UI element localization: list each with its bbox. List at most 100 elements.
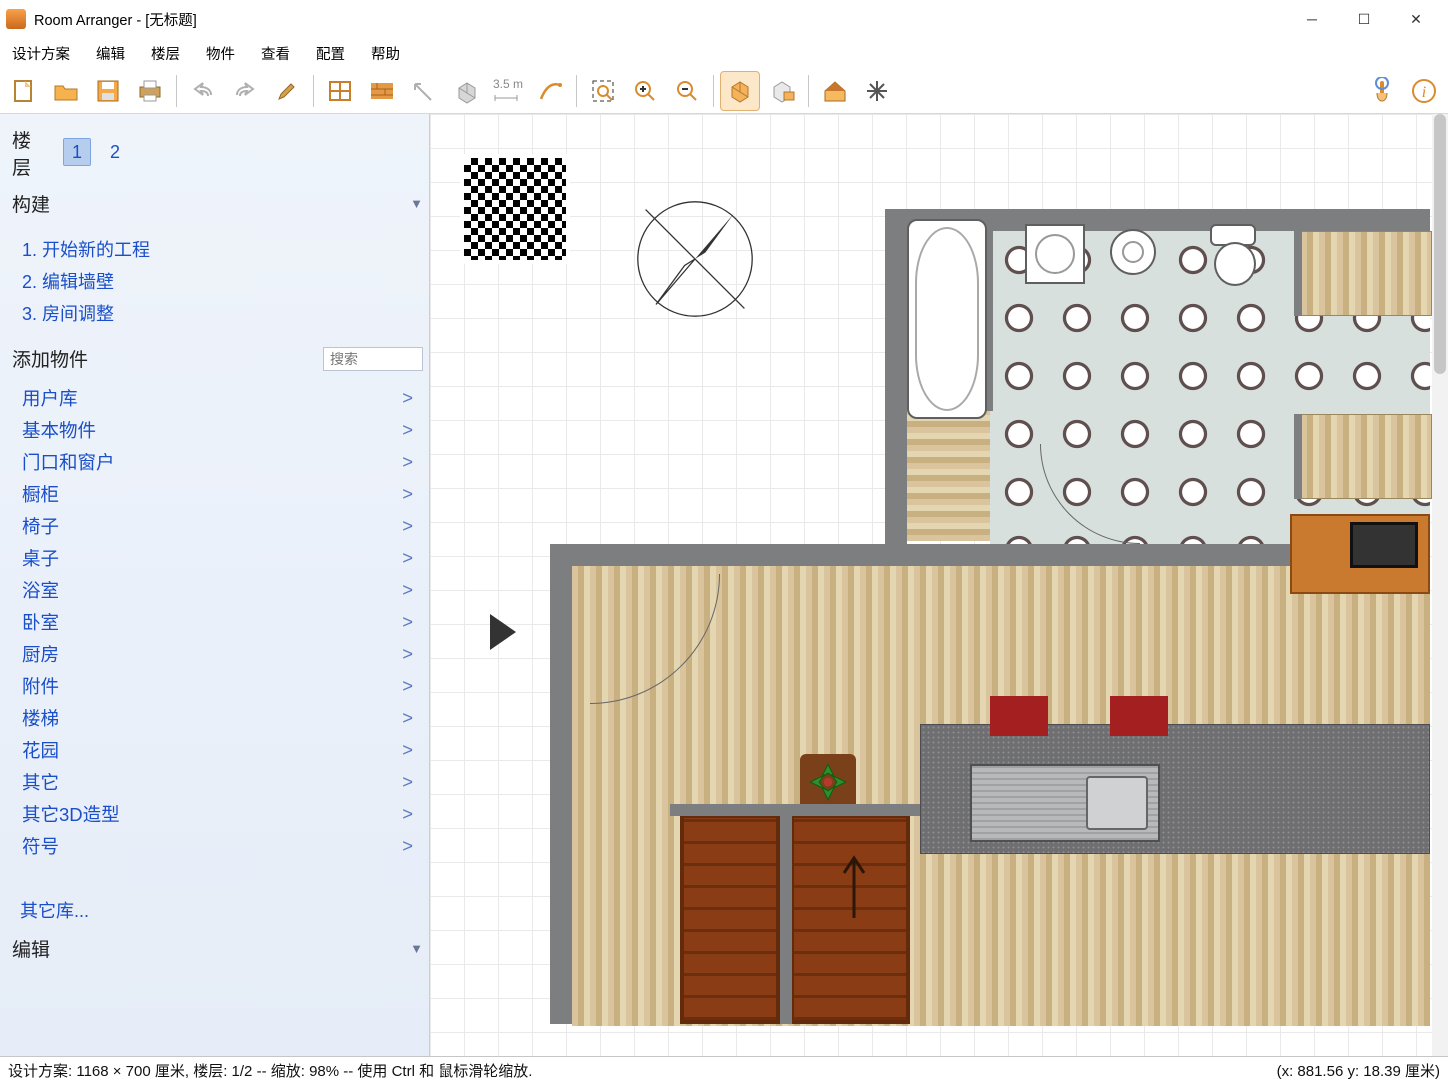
status-coords: (x: 881.56 y: 18.39 厘米) — [1277, 1060, 1440, 1081]
wall — [670, 804, 920, 816]
wall-icon[interactable] — [362, 71, 402, 111]
toilet — [1210, 224, 1260, 294]
bathtub — [907, 219, 987, 419]
house-icon[interactable] — [815, 71, 855, 111]
monitor — [1350, 522, 1418, 568]
category-list: 用户库> 基本物件> 门口和窗户> 橱柜> 椅子> 桌子> 浴室> 卧室> 厨房… — [12, 376, 423, 868]
toolbar: 3.5 m i — [0, 68, 1448, 114]
new-icon[interactable] — [4, 71, 44, 111]
build-item-rooms[interactable]: 3. 房间调整 — [22, 297, 413, 329]
floor-1[interactable]: 1 — [63, 138, 91, 166]
zoom-in-icon[interactable] — [625, 71, 665, 111]
stairs — [790, 814, 910, 1024]
scrollbar-vertical[interactable] — [1432, 114, 1448, 1056]
cat-acc[interactable]: 附件> — [22, 670, 413, 702]
cat-table[interactable]: 桌子> — [22, 542, 413, 574]
wall — [885, 544, 907, 566]
cat-other3d[interactable]: 其它3D造型> — [22, 798, 413, 830]
spark-icon[interactable] — [857, 71, 897, 111]
menubar: 设计方案 编辑 楼层 物件 查看 配置 帮助 — [0, 38, 1448, 68]
view3d-icon[interactable] — [762, 71, 802, 111]
cat-kitchen[interactable]: 厨房> — [22, 638, 413, 670]
washbasin-square — [1025, 224, 1085, 284]
menu-view[interactable]: 查看 — [257, 40, 294, 67]
print-icon[interactable] — [130, 71, 170, 111]
cat-other[interactable]: 其它> — [22, 766, 413, 798]
menu-edit[interactable]: 编辑 — [92, 40, 129, 67]
stairs — [680, 814, 780, 1024]
scrollbar-thumb[interactable] — [1434, 114, 1446, 374]
stool — [990, 696, 1048, 736]
canvas[interactable] — [430, 114, 1448, 1056]
undo-icon[interactable] — [183, 71, 223, 111]
statusbar: 设计方案: 1168 × 700 厘米, 楼层: 1/2 -- 缩放: 98% … — [0, 1056, 1448, 1084]
open-icon[interactable] — [46, 71, 86, 111]
cat-symbol[interactable]: 符号> — [22, 830, 413, 862]
menu-floor[interactable]: 楼层 — [147, 40, 184, 67]
titlebar: Room Arranger - [无标题] ─ ☐ ✕ — [0, 0, 1448, 38]
qr-code — [460, 154, 570, 264]
brush-icon[interactable] — [267, 71, 307, 111]
info-icon[interactable]: i — [1404, 71, 1444, 111]
floorplan — [430, 114, 1448, 1056]
cat-user[interactable]: 用户库> — [22, 382, 413, 414]
window-title: Room Arranger - [无标题] — [34, 9, 1286, 30]
wall — [1294, 414, 1302, 499]
cat-chair[interactable]: 椅子> — [22, 510, 413, 542]
wall-angle-icon[interactable] — [404, 71, 444, 111]
room-icon[interactable] — [320, 71, 360, 111]
wall — [885, 209, 907, 549]
close-button[interactable]: ✕ — [1390, 3, 1442, 35]
cat-bath[interactable]: 浴室> — [22, 574, 413, 606]
zoom-out-icon[interactable] — [667, 71, 707, 111]
status-left: 设计方案: 1168 × 700 厘米, 楼层: 1/2 -- 缩放: 98% … — [8, 1060, 532, 1081]
compass-icon — [630, 194, 760, 324]
washbasin-round — [1110, 229, 1156, 275]
kitchen-sink — [970, 764, 1160, 842]
wall — [1294, 231, 1302, 316]
cat-doors[interactable]: 门口和窗户> — [22, 446, 413, 478]
floor-2[interactable]: 2 — [101, 138, 129, 166]
stool — [1110, 696, 1168, 736]
line-icon[interactable] — [530, 71, 570, 111]
search-input[interactable] — [323, 347, 423, 371]
zoom-fit-icon[interactable] — [583, 71, 623, 111]
closet — [1300, 231, 1432, 316]
sidebar: 楼层 1 2 构建 ▼ 1. 开始新的工程 2. 编辑墙壁 3. 房间调整 添加… — [0, 114, 430, 1056]
cat-stairs[interactable]: 楼梯> — [22, 702, 413, 734]
redo-icon[interactable] — [225, 71, 265, 111]
build-section[interactable]: 构建 ▼ — [12, 190, 423, 217]
box3d-icon[interactable] — [446, 71, 486, 111]
wall — [550, 544, 572, 1024]
build-item-walls[interactable]: 2. 编辑墙壁 — [22, 265, 413, 297]
cat-garden[interactable]: 花园> — [22, 734, 413, 766]
menu-design[interactable]: 设计方案 — [8, 40, 74, 67]
build-list: 1. 开始新的工程 2. 编辑墙壁 3. 房间调整 — [12, 225, 423, 337]
app-icon — [6, 9, 26, 29]
cat-basic[interactable]: 基本物件> — [22, 414, 413, 446]
expand-handle-icon[interactable] — [490, 614, 516, 650]
wall — [780, 804, 792, 1024]
touch-icon[interactable] — [1362, 71, 1402, 111]
minimize-button[interactable]: ─ — [1286, 3, 1338, 35]
cat-bedroom[interactable]: 卧室> — [22, 606, 413, 638]
box-view-icon[interactable] — [720, 71, 760, 111]
cat-cabinet[interactable]: 橱柜> — [22, 478, 413, 510]
build-item-new[interactable]: 1. 开始新的工程 — [22, 233, 413, 265]
svg-text:i: i — [1422, 84, 1426, 101]
closet — [1300, 414, 1432, 499]
build-label: 构建 — [12, 190, 50, 217]
other-library[interactable]: 其它库... — [12, 891, 423, 929]
chevron-down-icon: ▼ — [410, 196, 423, 211]
menu-object[interactable]: 物件 — [202, 40, 239, 67]
addobj-label: 添加物件 — [12, 345, 88, 372]
menu-help[interactable]: 帮助 — [367, 40, 404, 67]
edit-label: 编辑 — [12, 935, 50, 962]
edit-section[interactable]: 编辑 ▼ — [12, 935, 423, 962]
measure-icon[interactable]: 3.5 m — [488, 71, 528, 111]
save-icon[interactable] — [88, 71, 128, 111]
maximize-button[interactable]: ☐ — [1338, 3, 1390, 35]
search-box[interactable] — [323, 347, 423, 371]
edit-panel — [12, 970, 423, 1050]
menu-config[interactable]: 配置 — [312, 40, 349, 67]
